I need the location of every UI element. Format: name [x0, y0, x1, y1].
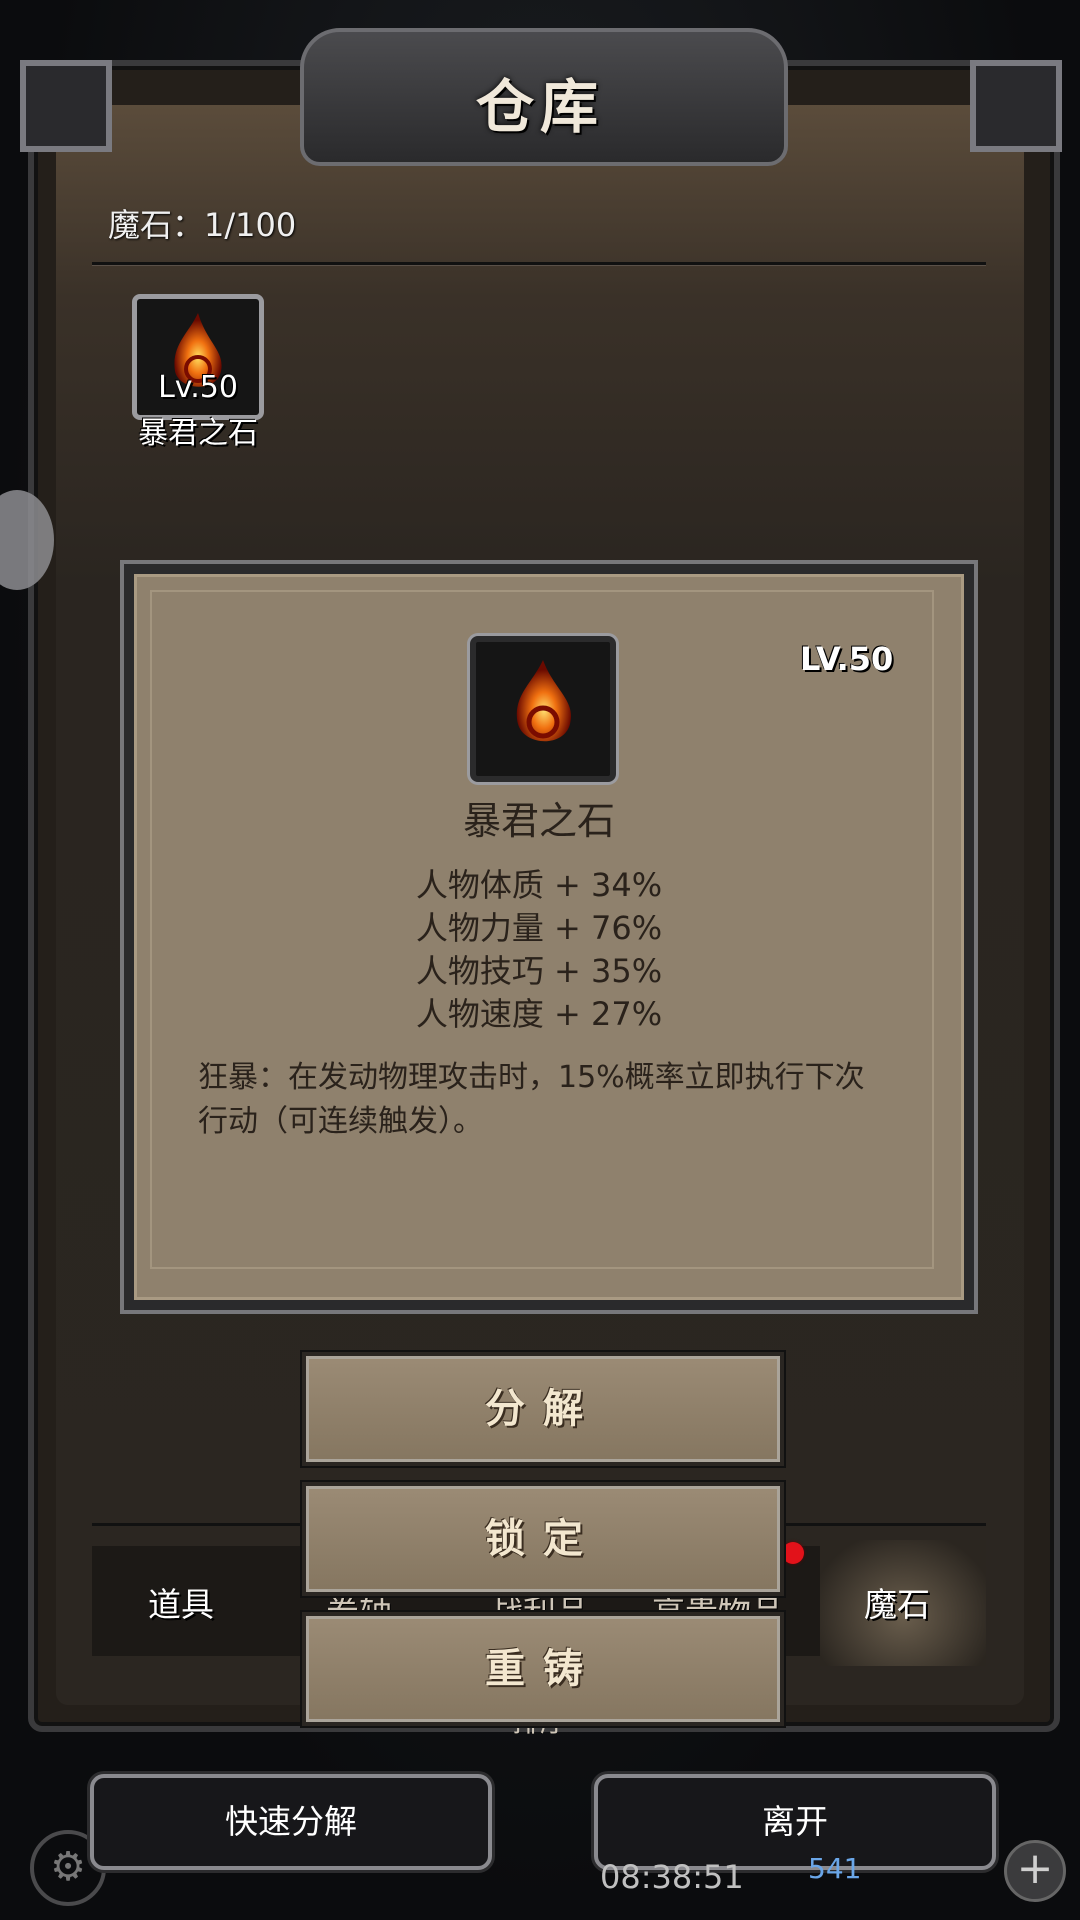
- attribute-line: 人物体质 + 34%: [415, 866, 663, 904]
- item-name: 暴君之石: [138, 416, 258, 451]
- detail-name: 暴君之石: [462, 799, 615, 843]
- add-plus-icon[interactable]: +: [1004, 1840, 1066, 1902]
- attribute-line: 人物技巧 + 35%: [415, 952, 663, 990]
- detail-icon-frame: [470, 636, 616, 782]
- clock-text: 08:38:51: [600, 1858, 744, 1896]
- currency-count: 541: [808, 1852, 862, 1885]
- reforge-button[interactable]: 重铸: [302, 1612, 784, 1726]
- decompose-button[interactable]: 分解: [302, 1352, 784, 1466]
- detail-level: LV.50: [800, 640, 894, 678]
- tab-magic-stone[interactable]: 魔石: [864, 1578, 930, 1626]
- divider: [92, 262, 986, 265]
- leave-button[interactable]: 离开: [594, 1774, 996, 1870]
- attribute-line: 人物力量 + 76%: [415, 909, 663, 947]
- frame-corner-ornament: [970, 60, 1062, 152]
- attribute-list: 人物体质 + 34% 人物力量 + 76% 人物技巧 + 35% 人物速度 + …: [124, 864, 954, 1036]
- notification-badge: [782, 1542, 804, 1564]
- skill-description: 狂暴：在发动物理攻击时，15%概率立即执行下次行动（可连续触发）。: [198, 1060, 865, 1139]
- inventory-count: 魔石：1/100: [108, 206, 297, 244]
- lock-button[interactable]: 锁定: [302, 1482, 784, 1596]
- tab-items[interactable]: 道具: [148, 1578, 214, 1626]
- quick-decompose-button[interactable]: 快速分解: [90, 1774, 492, 1870]
- page-title: 仓库: [475, 73, 604, 141]
- item-level: Lv.50: [158, 370, 238, 405]
- attribute-line: 人物速度 + 27%: [415, 995, 663, 1033]
- frame-corner-ornament: [20, 60, 112, 152]
- flame-stone-icon: [516, 660, 572, 742]
